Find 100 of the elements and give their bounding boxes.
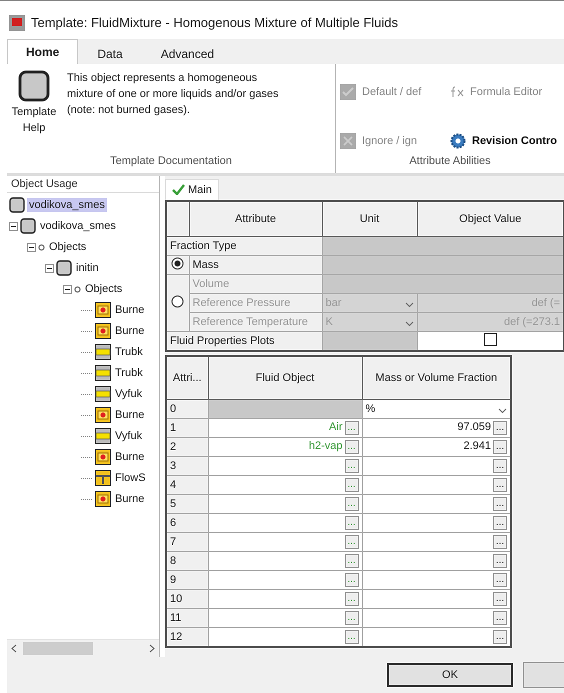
fraction-value: 97.059 bbox=[457, 420, 491, 433]
burner-icon bbox=[95, 407, 111, 424]
browse-button[interactable]: ... bbox=[493, 610, 507, 625]
tree-item[interactable]: FlowS bbox=[113, 471, 148, 486]
value-cell: def (= bbox=[417, 294, 564, 313]
horizontal-scrollbar[interactable] bbox=[7, 639, 159, 658]
pipe-icon bbox=[95, 386, 111, 402]
browse-button[interactable]: ... bbox=[493, 554, 507, 568]
dropdown-caret-icon[interactable] bbox=[404, 302, 414, 308]
fluid-name: h2-vap bbox=[308, 440, 342, 452]
fraction-value: 2.941 bbox=[463, 440, 491, 452]
collapse-icon[interactable] bbox=[45, 264, 54, 273]
scroll-left-icon[interactable] bbox=[11, 644, 17, 654]
burner-icon bbox=[95, 491, 111, 508]
browse-button[interactable]: ... bbox=[493, 630, 507, 644]
browse-button[interactable]: ... bbox=[493, 440, 507, 454]
row-number: 6 bbox=[166, 513, 208, 532]
tree-item[interactable]: Trubk bbox=[113, 345, 145, 360]
ribbon-tab[interactable]: Advanced bbox=[142, 42, 234, 64]
browse-button[interactable]: ... bbox=[493, 458, 507, 473]
tree-item[interactable]: Vyfuk bbox=[113, 387, 144, 402]
column-header: Unit bbox=[322, 200, 417, 237]
app-icon bbox=[9, 14, 25, 31]
formula-icon bbox=[450, 86, 464, 98]
browse-button[interactable]: ... bbox=[493, 592, 507, 606]
description-text: This object represents a homogeneous mixture of one or more liquids and/or gases (note: not burned gases). bbox=[67, 70, 280, 118]
tree-item[interactable]: Burne bbox=[113, 408, 146, 422]
dropdown-caret-icon[interactable] bbox=[404, 321, 414, 328]
fraction-cell[interactable]: ... bbox=[362, 456, 511, 476]
template-help-button[interactable]: Template Help bbox=[11, 70, 57, 155]
collapse-icon[interactable] bbox=[9, 222, 18, 231]
collapse-icon[interactable] bbox=[27, 242, 36, 252]
attribute-name: Fluid Properties Plots bbox=[166, 332, 322, 352]
pipe-icon bbox=[95, 344, 111, 360]
collapse-icon[interactable] bbox=[63, 284, 72, 294]
attribute-name: Mass bbox=[189, 256, 322, 275]
radio-button[interactable] bbox=[171, 295, 184, 308]
attribute-name: Reference Temperature bbox=[189, 312, 322, 332]
tree-item[interactable]: initin bbox=[74, 261, 101, 276]
tree-item[interactable]: vodikova_smes bbox=[27, 198, 107, 212]
column-header: Mass or Volume Fraction bbox=[362, 356, 511, 400]
ok-button[interactable]: OK bbox=[387, 663, 513, 688]
column-header: Attri... bbox=[166, 356, 208, 400]
dot-icon bbox=[74, 286, 81, 293]
fraction-cell[interactable]: ... bbox=[362, 589, 511, 608]
row-number: 12 bbox=[166, 627, 208, 647]
fraction-cell[interactable]: ... bbox=[362, 627, 511, 647]
cross-box-icon bbox=[340, 133, 356, 150]
tree-item[interactable]: Burne bbox=[113, 303, 146, 318]
fluid-name: Air bbox=[329, 420, 342, 433]
splitter-icon bbox=[95, 470, 111, 486]
unit-dropdown[interactable]: % bbox=[362, 399, 511, 418]
fraction-cell[interactable]: ... 2.941 bbox=[362, 437, 511, 456]
ribbon-tab[interactable]: Home bbox=[7, 38, 78, 64]
tree-item[interactable]: Burne bbox=[113, 492, 146, 506]
row-number: 7 bbox=[166, 532, 208, 552]
row-number: 4 bbox=[166, 475, 208, 494]
fraction-cell[interactable]: ... bbox=[362, 570, 511, 590]
tree-item[interactable]: Burne bbox=[113, 450, 146, 464]
ribbon-tab[interactable]: Data bbox=[78, 42, 142, 64]
header-cell bbox=[166, 200, 189, 237]
checkmark-icon bbox=[172, 184, 185, 196]
tree-item[interactable]: Vyfuk bbox=[113, 429, 144, 444]
browse-button[interactable]: ... bbox=[493, 572, 507, 587]
object-icon bbox=[56, 260, 72, 276]
pipe-icon bbox=[95, 365, 111, 382]
fluid-cell[interactable]: ... h2-vap bbox=[208, 437, 362, 456]
fraction-cell[interactable]: ... bbox=[362, 475, 511, 494]
burner-icon bbox=[95, 449, 111, 466]
browse-button[interactable]: ... bbox=[493, 420, 507, 435]
tree-item[interactable]: Burne bbox=[113, 324, 146, 338]
browse-button[interactable]: ... bbox=[493, 478, 507, 492]
fraction-cell[interactable]: ... bbox=[362, 494, 511, 514]
browse-button[interactable]: ... bbox=[493, 496, 507, 511]
fraction-cell[interactable]: ... 97.059 bbox=[362, 418, 511, 438]
row-number: 2 bbox=[166, 437, 208, 456]
row-number: 5 bbox=[166, 494, 208, 514]
attribute-name: Volume bbox=[189, 274, 322, 294]
radio-button[interactable] bbox=[171, 257, 184, 270]
checkbox[interactable] bbox=[484, 333, 497, 346]
object-icon bbox=[18, 70, 50, 102]
scroll-right-icon[interactable] bbox=[149, 644, 155, 654]
fluid-cell[interactable]: ... Air bbox=[208, 418, 362, 438]
section-label: Fraction Type bbox=[166, 236, 322, 256]
browse-button[interactable]: ... bbox=[493, 516, 507, 530]
ribbon-button[interactable]: Revision Contro bbox=[450, 127, 560, 155]
tree-item[interactable]: vodikova_smes bbox=[38, 219, 118, 234]
dot-icon bbox=[38, 244, 45, 251]
fraction-cell[interactable]: ... bbox=[362, 551, 511, 570]
tree-item[interactable]: Objects bbox=[47, 240, 88, 254]
tree-item[interactable]: Objects bbox=[83, 282, 124, 296]
main-tab[interactable]: Main bbox=[165, 178, 219, 200]
browse-button[interactable]: ... bbox=[493, 534, 507, 549]
fraction-cell[interactable]: ... bbox=[362, 608, 511, 628]
dropdown-caret-icon[interactable] bbox=[498, 408, 507, 414]
fraction-cell[interactable]: ... bbox=[362, 532, 511, 552]
object-icon bbox=[9, 197, 25, 214]
row-number: 8 bbox=[166, 551, 208, 570]
tree-item[interactable]: Trubk bbox=[113, 366, 145, 380]
fraction-cell[interactable]: ... bbox=[362, 513, 511, 532]
